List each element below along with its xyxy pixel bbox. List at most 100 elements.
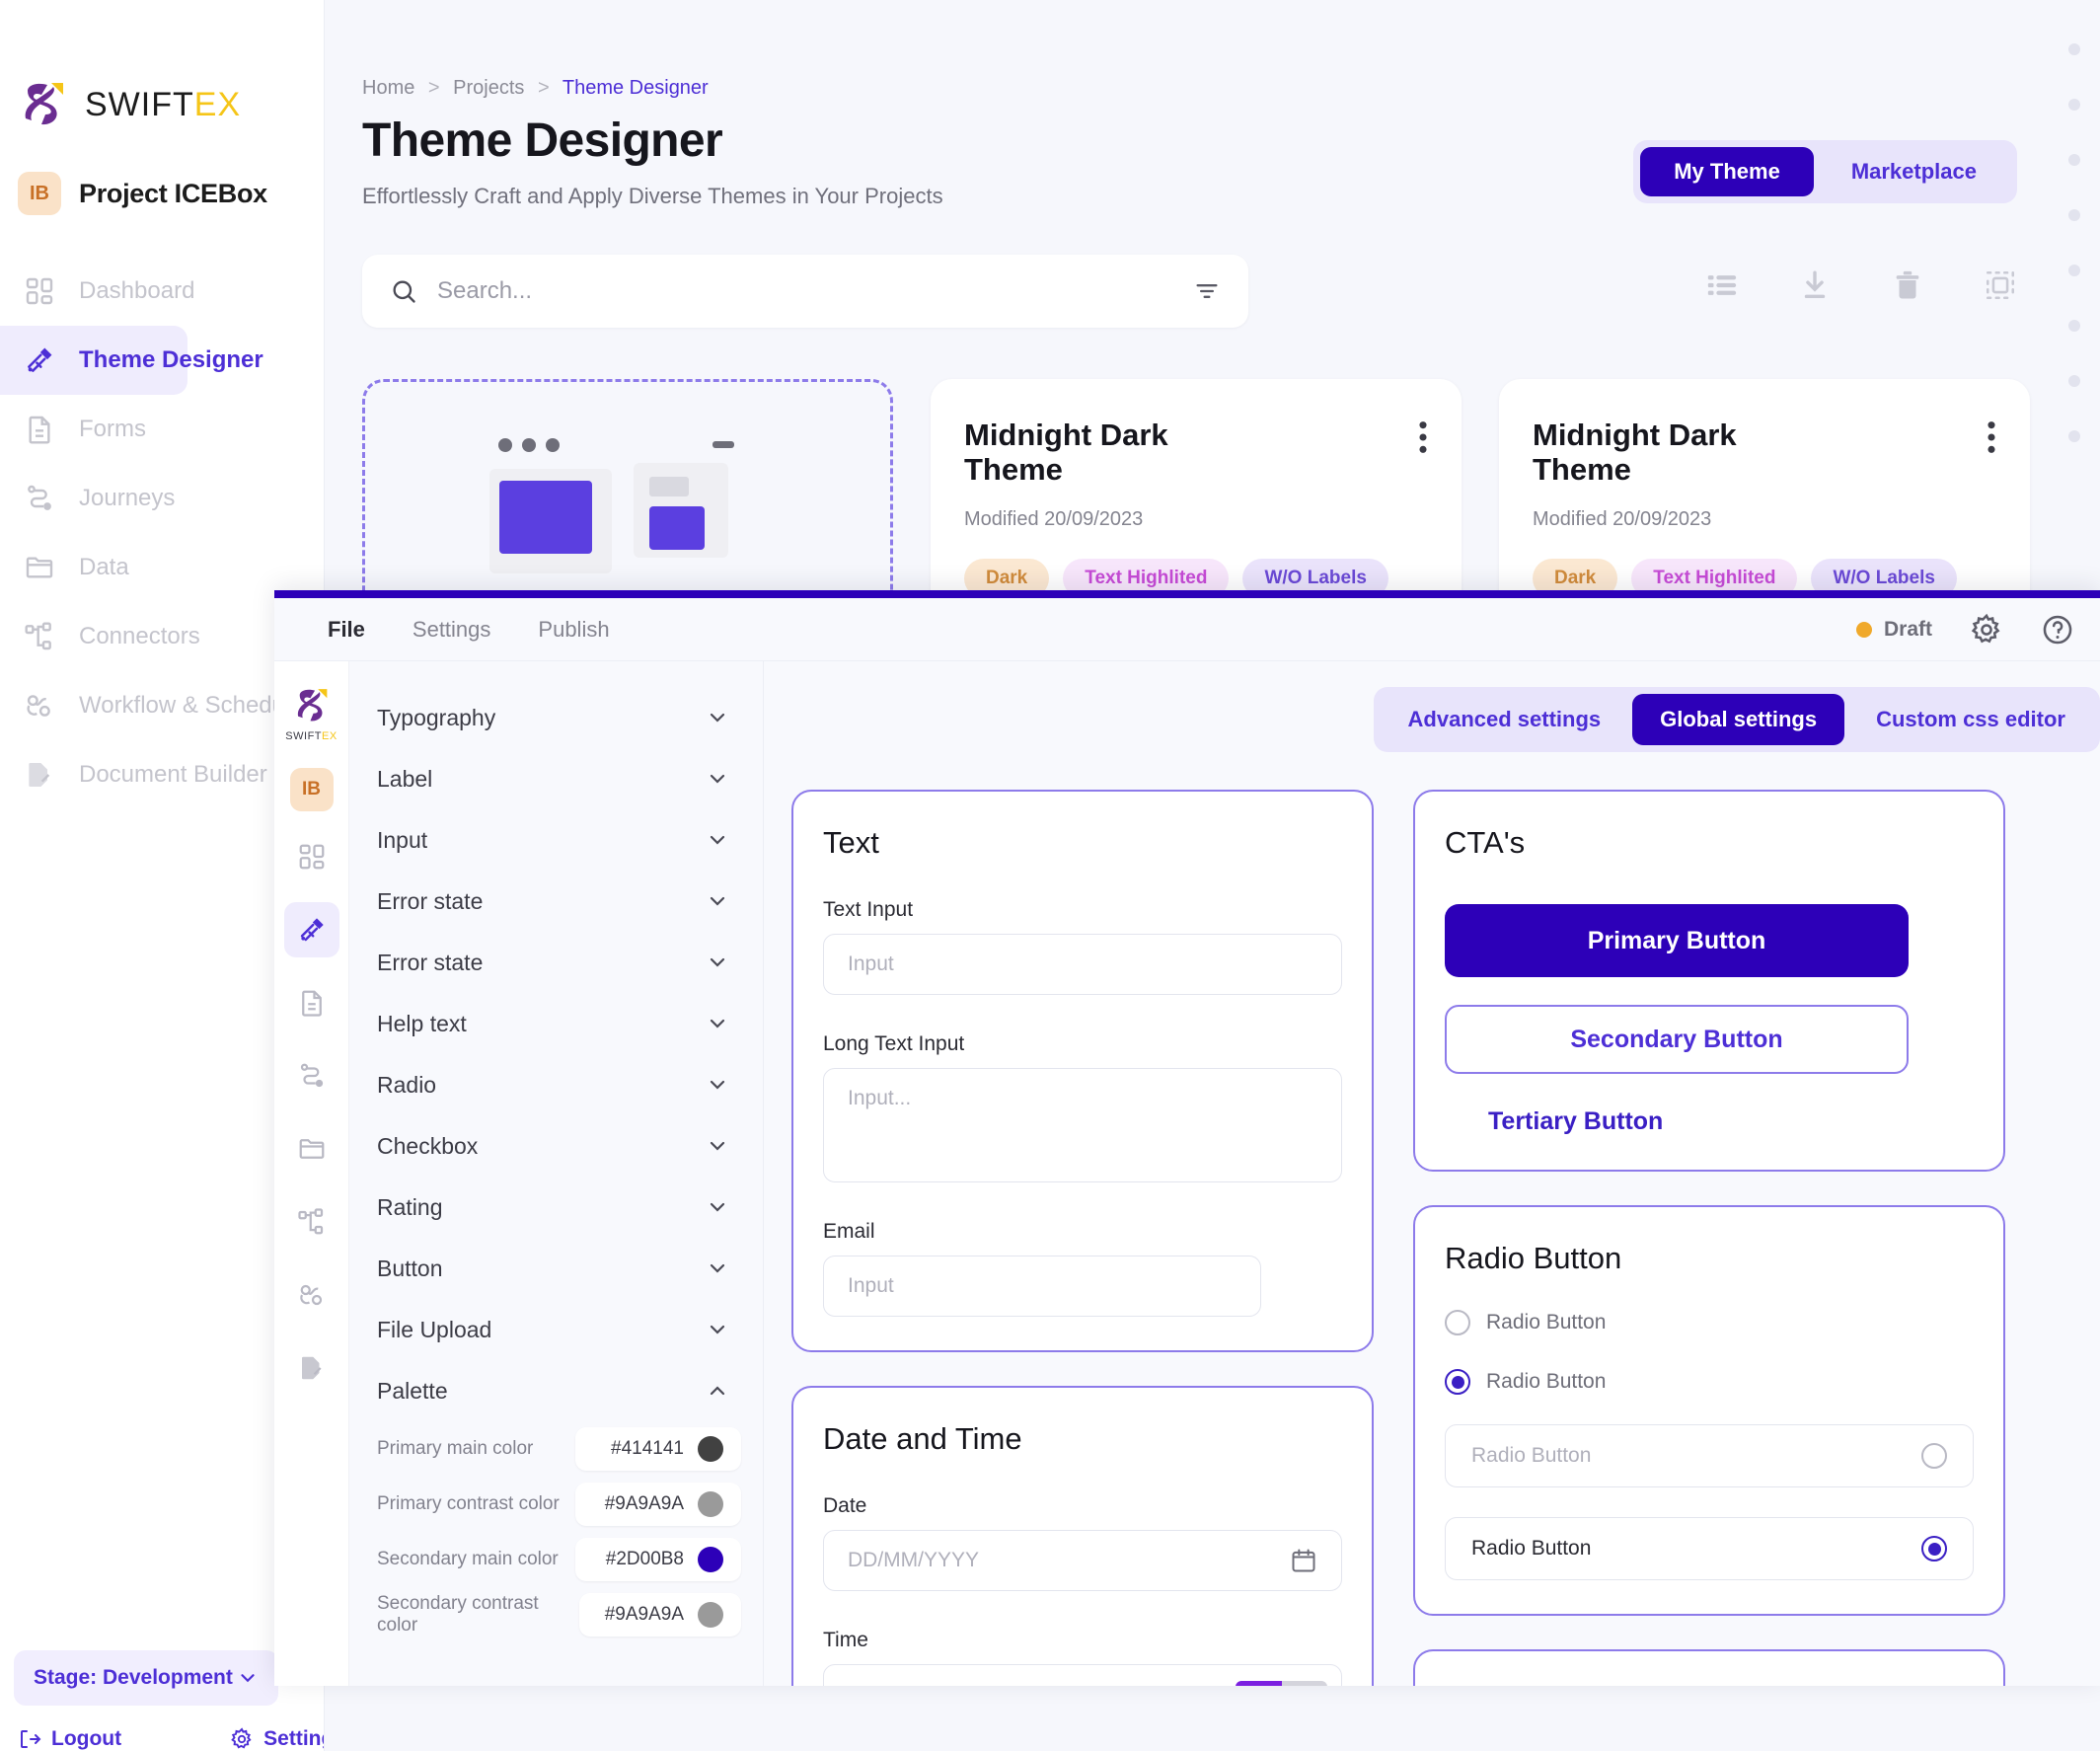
- accordion-label[interactable]: Label: [349, 748, 763, 809]
- dashboard-icon: [299, 844, 324, 870]
- sidebar-item-dashboard[interactable]: [284, 829, 339, 884]
- sidebar-item-theme-designer[interactable]: Theme Designer: [0, 326, 263, 395]
- accordion-help-text[interactable]: Help text: [349, 993, 763, 1054]
- color-swatch: [698, 1491, 723, 1517]
- project-avatar[interactable]: IB: [289, 768, 334, 811]
- email-field[interactable]: Input: [823, 1256, 1261, 1317]
- primary-button[interactable]: Primary Button: [1445, 904, 1909, 977]
- tertiary-button[interactable]: Tertiary Button: [1445, 1107, 1974, 1136]
- meridiem-pm[interactable]: PM: [1282, 1681, 1327, 1686]
- more-options-icon[interactable]: [1987, 420, 1996, 454]
- radio-option-unchecked[interactable]: Radio Button: [1445, 1310, 1974, 1335]
- accordion-palette[interactable]: Palette: [349, 1360, 763, 1421]
- radio-boxed-checked[interactable]: Radio Button: [1445, 1517, 1974, 1580]
- editor-body: SWIFTEX IB Typography Label Input Error …: [274, 661, 2100, 1686]
- chevron-down-icon: [706, 767, 729, 791]
- sidebar-item-document-builder[interactable]: Document Builder: [0, 740, 267, 809]
- accordion-label: Help text: [377, 1010, 467, 1036]
- search-icon: [390, 277, 417, 305]
- download-icon[interactable]: [1798, 268, 1832, 302]
- sidebar-item-label: Forms: [79, 416, 146, 442]
- sidebar-item-document-builder[interactable]: [284, 1340, 339, 1396]
- sidebar-item-connectors[interactable]: Connectors: [0, 602, 200, 671]
- setting-button[interactable]: Setting: [230, 1727, 334, 1751]
- card-title: CTA's: [1445, 825, 1526, 860]
- breadcrumb-home[interactable]: Home: [362, 77, 414, 99]
- color-picker-chip[interactable]: #9A9A9A: [578, 1593, 741, 1637]
- logout-label: Logout: [51, 1727, 122, 1750]
- select-all-icon[interactable]: [1984, 268, 2017, 302]
- sidebar-item-journeys[interactable]: [284, 1048, 339, 1104]
- sidebar-item-label: Dashboard: [79, 277, 195, 304]
- card-title: Date and Time: [823, 1421, 1022, 1456]
- tab-custom-css-editor[interactable]: Custom css editor: [1848, 694, 2093, 745]
- accordion-checkbox[interactable]: Checkbox: [349, 1115, 763, 1177]
- meridiem-am[interactable]: AM: [1236, 1681, 1282, 1686]
- theme-card-title: Midnight Dark Theme: [964, 418, 1168, 487]
- preview-card-cta: CTA's Primary Button Secondary Button Te…: [1413, 790, 2005, 1172]
- forms-icon: [22, 412, 57, 447]
- stage-selector[interactable]: Stage: Development: [14, 1650, 278, 1706]
- accordion-error-state-2[interactable]: Error state: [349, 932, 763, 993]
- menu-file[interactable]: File: [328, 617, 365, 643]
- search-input[interactable]: Search...: [437, 277, 1173, 305]
- accordion-radio[interactable]: Radio: [349, 1054, 763, 1115]
- color-picker-chip[interactable]: #2D00B8: [575, 1538, 741, 1581]
- accordion-typography[interactable]: Typography: [349, 687, 763, 748]
- search-box[interactable]: Search...: [362, 255, 1248, 328]
- editor-rail: SWIFTEX IB: [274, 661, 349, 1686]
- swiftex-logo-icon: [18, 79, 69, 130]
- accordion-rating[interactable]: Rating: [349, 1177, 763, 1238]
- filter-icon[interactable]: [1193, 277, 1221, 305]
- delete-icon[interactable]: [1891, 268, 1924, 302]
- secondary-button[interactable]: Secondary Button: [1445, 1005, 1909, 1074]
- text-input[interactable]: Input: [823, 934, 1342, 995]
- tab-my-theme[interactable]: My Theme: [1640, 147, 1814, 196]
- theme-designer-icon: [22, 343, 57, 378]
- date-input[interactable]: DD/MM/YYYY: [823, 1530, 1342, 1591]
- sidebar-item-workflow-scheduler[interactable]: [284, 1267, 339, 1323]
- radio-boxed-unchecked[interactable]: Radio Button: [1445, 1424, 1974, 1487]
- logout-button[interactable]: Logout: [18, 1727, 121, 1751]
- time-input[interactable]: 00:00 AM PM: [823, 1664, 1342, 1686]
- list-view-icon[interactable]: [1705, 268, 1739, 302]
- accordion-input[interactable]: Input: [349, 809, 763, 871]
- gear-icon[interactable]: [1970, 613, 2003, 647]
- radio-option-checked[interactable]: Radio Button: [1445, 1369, 1974, 1395]
- menu-settings[interactable]: Settings: [412, 617, 491, 643]
- palette-row-secondary-main: Secondary main color #2D00B8: [349, 1532, 763, 1587]
- status-dot-icon: [1855, 621, 1872, 638]
- settings-scope-toggle: Advanced settings Global settings Custom…: [1373, 687, 2100, 752]
- project-switcher[interactable]: IB Project ICEBox: [0, 130, 324, 215]
- sidebar-item-workflow-scheduler[interactable]: Workflow & Scheduler: [0, 671, 312, 740]
- accordion-error-state-1[interactable]: Error state: [349, 871, 763, 932]
- more-options-icon[interactable]: [1418, 420, 1428, 454]
- accordion-button[interactable]: Button: [349, 1238, 763, 1299]
- sidebar-item-connectors[interactable]: [284, 1194, 339, 1250]
- sidebar-item-theme-designer[interactable]: [283, 902, 339, 957]
- chevron-down-icon: [237, 1667, 259, 1689]
- sidebar-item-data[interactable]: [284, 1121, 339, 1177]
- tab-marketplace[interactable]: Marketplace: [1818, 147, 2010, 196]
- tab-global-settings[interactable]: Global settings: [1632, 694, 1845, 745]
- menu-publish[interactable]: Publish: [538, 617, 609, 643]
- sidebar-item-dashboard[interactable]: Dashboard: [0, 257, 194, 326]
- sidebar-item-journeys[interactable]: Journeys: [0, 464, 188, 533]
- breadcrumb: Home > Projects > Theme Designer: [325, 0, 2100, 100]
- long-text-input[interactable]: Input...: [823, 1068, 1342, 1182]
- color-picker-chip[interactable]: #9A9A9A: [575, 1483, 741, 1526]
- accordion-label: File Upload: [377, 1316, 492, 1342]
- sidebar-item-forms[interactable]: [284, 975, 339, 1030]
- accordion-file-upload[interactable]: File Upload: [349, 1299, 763, 1360]
- calendar-icon[interactable]: [1290, 1547, 1317, 1574]
- tab-advanced-settings[interactable]: Advanced settings: [1381, 694, 1629, 745]
- color-picker-chip[interactable]: #414141: [575, 1427, 741, 1471]
- breadcrumb-projects[interactable]: Projects: [453, 77, 524, 99]
- sidebar-item-data[interactable]: Data: [0, 533, 188, 602]
- sidebar-item-forms[interactable]: Forms: [0, 395, 188, 464]
- radio-icon: [1921, 1443, 1947, 1469]
- help-icon[interactable]: [2041, 613, 2074, 647]
- brand-logo[interactable]: SWIFTEX: [0, 0, 324, 130]
- radio-icon: [1445, 1310, 1470, 1335]
- editor-preview-panel: Advanced settings Global settings Custom…: [764, 661, 2100, 1686]
